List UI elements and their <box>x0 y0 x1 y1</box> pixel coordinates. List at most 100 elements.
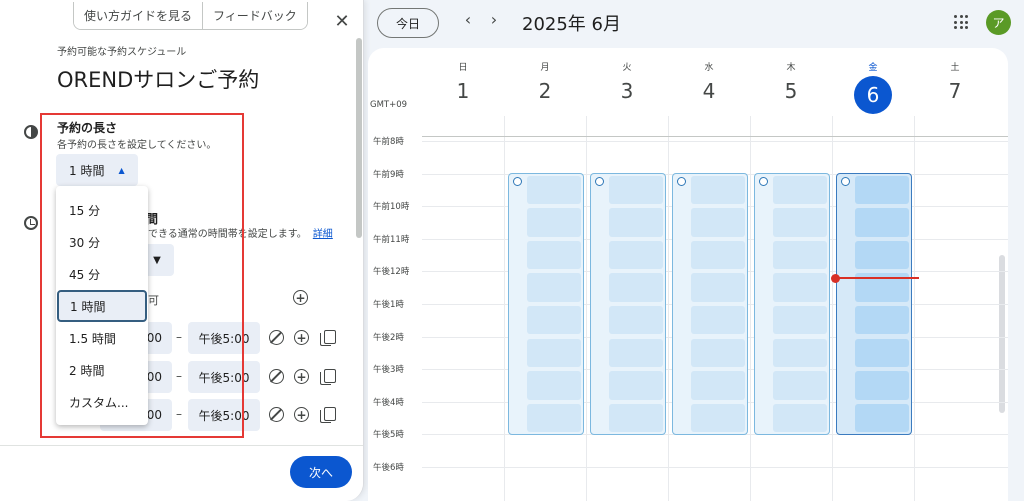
hour-label: 午後12時 <box>373 267 410 278</box>
booking-slot[interactable] <box>691 338 745 368</box>
booking-slot[interactable] <box>691 208 745 237</box>
day-header[interactable]: 火3 <box>587 60 667 103</box>
calendar-scrollbar[interactable] <box>999 255 1005 413</box>
next-button[interactable]: 次へ <box>290 456 352 488</box>
hour-label: 午前11時 <box>373 234 410 245</box>
schedule-label: 予約可能な予約スケジュール <box>57 47 187 58</box>
chevron-right-icon[interactable]: › <box>484 10 504 29</box>
day-header[interactable]: 水4 <box>669 60 749 103</box>
unavailable-icon[interactable] <box>269 407 284 422</box>
detail-link[interactable]: 詳細 <box>313 229 333 240</box>
booking-slot[interactable] <box>855 403 909 433</box>
hour-label: 午後5時 <box>373 430 404 441</box>
booking-slot[interactable] <box>609 371 663 400</box>
day-of-week: 日 <box>458 63 468 73</box>
booking-slot[interactable] <box>527 338 581 368</box>
today-button[interactable]: 今日 <box>377 8 439 38</box>
booking-slot[interactable] <box>855 305 909 335</box>
day-number[interactable]: 1 <box>423 79 503 103</box>
day-header[interactable]: 土7 <box>915 60 995 103</box>
availability-block[interactable] <box>836 172 912 436</box>
day-number[interactable]: 6 <box>854 76 892 114</box>
copy-icon[interactable] <box>320 330 336 346</box>
booking-slot[interactable] <box>609 208 663 237</box>
day-number[interactable]: 2 <box>505 79 585 103</box>
add-icon[interactable]: + <box>294 330 309 345</box>
booking-slot[interactable] <box>609 240 663 270</box>
clock-icon <box>24 216 38 230</box>
booking-slot[interactable] <box>691 175 745 205</box>
hour-label: 午前8時 <box>373 137 404 147</box>
feedback-button[interactable]: フィードバック <box>202 2 307 29</box>
booking-slot[interactable] <box>691 403 745 433</box>
day-of-week: 木 <box>786 63 796 73</box>
hour-label: 午後2時 <box>373 332 404 343</box>
booking-slot[interactable] <box>691 273 745 302</box>
day-header[interactable]: 日1 <box>423 60 503 103</box>
booking-slot[interactable] <box>527 305 581 335</box>
day-of-week: 火 <box>622 63 632 73</box>
booking-slot[interactable] <box>527 208 581 237</box>
chevron-left-icon[interactable]: ‹ <box>458 10 478 29</box>
booking-slot[interactable] <box>855 175 909 205</box>
day-number[interactable]: 7 <box>915 79 995 103</box>
booking-slot[interactable] <box>691 240 745 270</box>
booking-slot[interactable] <box>773 175 827 205</box>
guide-button[interactable]: 使い方ガイドを見る <box>74 2 203 29</box>
day-number[interactable]: 4 <box>669 79 749 103</box>
availability-block[interactable] <box>590 172 666 436</box>
booking-slot[interactable] <box>691 305 745 335</box>
month-title: 2025年 6月 <box>522 14 621 35</box>
booking-slot[interactable] <box>527 175 581 205</box>
booking-slot[interactable] <box>773 403 827 433</box>
booking-slot[interactable] <box>527 273 581 302</box>
day-header[interactable]: 金6 <box>833 60 913 114</box>
add-icon[interactable]: + <box>294 407 309 422</box>
day-header[interactable]: 木5 <box>751 60 831 103</box>
booking-calendar-icon <box>677 176 686 186</box>
copy-icon[interactable] <box>320 369 336 385</box>
day-header[interactable]: 月2 <box>505 60 585 103</box>
unavailable-icon[interactable] <box>269 369 284 384</box>
copy-icon[interactable] <box>320 407 336 423</box>
booking-slot[interactable] <box>609 305 663 335</box>
booking-slot[interactable] <box>773 371 827 400</box>
day-of-week: 月 <box>540 63 550 73</box>
week-calendar: GMT+09 日 1 月 2 火 3 水 4 木 5 金 6 土 7 午前8時 午前9時 午前10時 午前11時午… <box>368 48 1008 501</box>
availability-block[interactable] <box>672 172 748 436</box>
booking-slot[interactable] <box>527 371 581 400</box>
booking-slot[interactable] <box>609 403 663 433</box>
apps-grid-icon[interactable] <box>954 15 968 29</box>
add-time-icon[interactable]: + <box>293 290 308 305</box>
panel-scrollbar[interactable] <box>356 38 362 238</box>
availability-block[interactable] <box>754 172 830 436</box>
add-icon[interactable]: + <box>294 369 309 384</box>
grid-hline <box>422 136 1008 137</box>
close-icon[interactable]: ✕ <box>331 10 353 32</box>
day-of-week: 金 <box>868 63 878 73</box>
day-number[interactable]: 3 <box>587 79 667 103</box>
schedule-title[interactable]: ORENDサロンご予約 <box>57 64 259 94</box>
booking-slot[interactable] <box>773 338 827 368</box>
day-number[interactable]: 5 <box>751 79 831 103</box>
booking-slot[interactable] <box>773 208 827 237</box>
avatar[interactable]: ア <box>986 10 1011 35</box>
booking-slot[interactable] <box>855 338 909 368</box>
booking-slot[interactable] <box>609 338 663 368</box>
grid-hline <box>422 467 1008 468</box>
booking-slot[interactable] <box>609 175 663 205</box>
booking-slot[interactable] <box>855 208 909 237</box>
booking-slot[interactable] <box>773 240 827 270</box>
unavailable-icon[interactable] <box>269 330 284 345</box>
booking-calendar-icon <box>513 176 522 186</box>
booking-slot[interactable] <box>691 371 745 400</box>
booking-slot[interactable] <box>527 240 581 270</box>
booking-calendar-icon <box>841 176 850 186</box>
availability-block[interactable] <box>508 172 584 436</box>
booking-slot[interactable] <box>527 403 581 433</box>
booking-slot[interactable] <box>855 240 909 270</box>
booking-slot[interactable] <box>773 273 827 302</box>
booking-slot[interactable] <box>855 371 909 400</box>
booking-slot[interactable] <box>609 273 663 302</box>
booking-slot[interactable] <box>773 305 827 335</box>
